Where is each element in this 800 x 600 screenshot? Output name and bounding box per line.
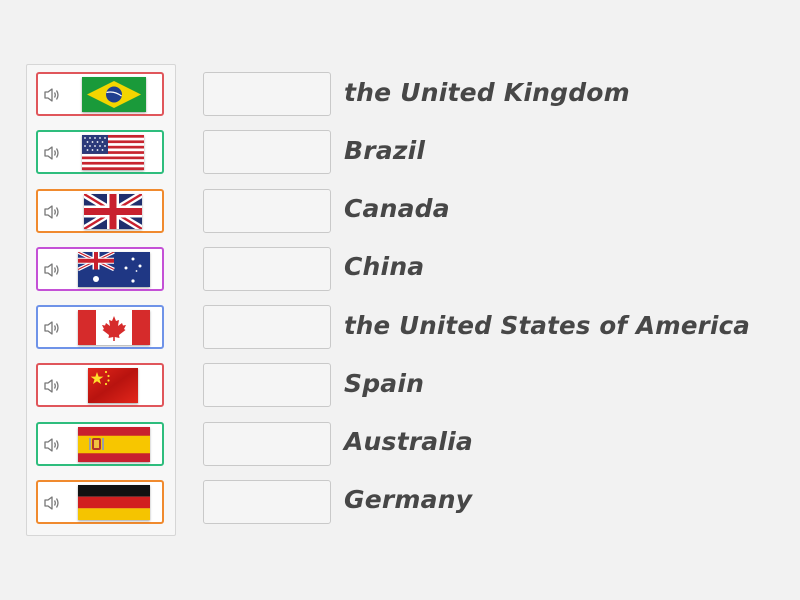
drop-slot[interactable] — [203, 72, 331, 116]
flag-australia-icon — [78, 252, 150, 287]
flag-tile-australia[interactable] — [36, 247, 164, 291]
country-label: China — [344, 252, 425, 281]
drop-slot[interactable] — [203, 130, 331, 174]
drop-slot[interactable] — [203, 363, 331, 407]
flag-canada-icon — [78, 310, 150, 345]
flag-brazil-icon — [82, 77, 146, 112]
country-label: Australia — [344, 427, 473, 456]
flag-tile-spain[interactable] — [36, 422, 164, 466]
speaker-icon[interactable] — [43, 262, 61, 278]
flag-tile-canada[interactable] — [36, 305, 164, 349]
drop-slot[interactable] — [203, 305, 331, 349]
flag-china-icon — [88, 368, 138, 403]
drop-slot[interactable] — [203, 247, 331, 291]
country-label: the United Kingdom — [344, 78, 630, 107]
drop-slot[interactable] — [203, 189, 331, 233]
flag-usa-icon — [82, 135, 144, 170]
speaker-icon[interactable] — [43, 437, 61, 453]
speaker-icon[interactable] — [43, 378, 61, 394]
speaker-icon[interactable] — [43, 87, 61, 103]
flag-germany-icon — [78, 485, 150, 520]
country-label: the United States of America — [344, 311, 751, 340]
country-label: Spain — [344, 369, 425, 398]
country-label: Germany — [344, 485, 473, 514]
speaker-icon[interactable] — [43, 204, 61, 220]
country-label: Brazil — [344, 136, 426, 165]
drop-slot[interactable] — [203, 422, 331, 466]
flag-tile-china[interactable] — [36, 363, 164, 407]
flag-tile-germany[interactable] — [36, 480, 164, 524]
speaker-icon[interactable] — [43, 320, 61, 336]
speaker-icon[interactable] — [43, 495, 61, 511]
flag-tile-uk[interactable] — [36, 189, 164, 233]
flag-tile-brazil[interactable] — [36, 72, 164, 116]
drop-slot[interactable] — [203, 480, 331, 524]
flag-spain-icon — [78, 427, 150, 462]
speaker-icon[interactable] — [43, 145, 61, 161]
flag-uk-icon — [84, 194, 142, 229]
flag-tile-usa[interactable] — [36, 130, 164, 174]
country-label: Canada — [344, 194, 450, 223]
